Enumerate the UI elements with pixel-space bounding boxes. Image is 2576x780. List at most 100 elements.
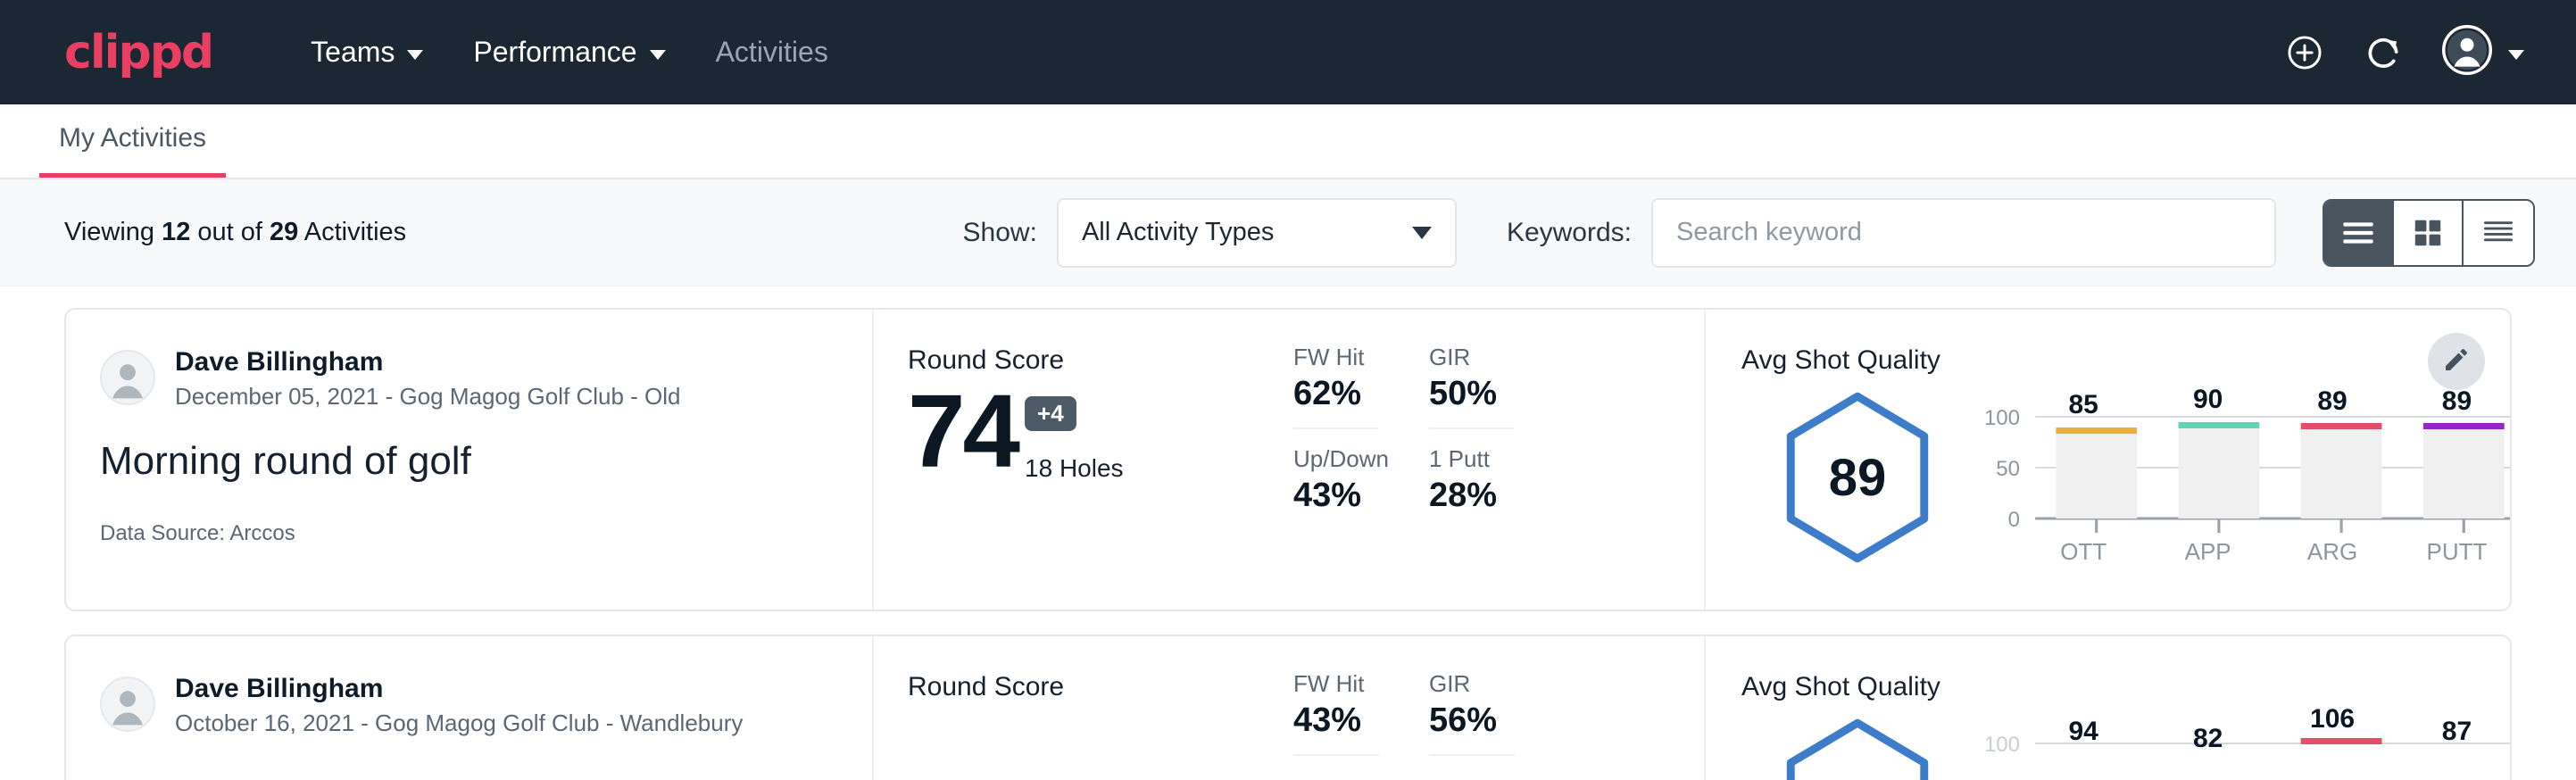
- chart-xtick-putt: PUTT: [2411, 538, 2502, 566]
- activity-card[interactable]: Dave Billingham October 16, 2021 - Gog M…: [64, 635, 2512, 780]
- activity-data-source: Data Source: Arccos: [100, 521, 872, 546]
- viewing-middle: out of: [190, 218, 270, 246]
- player-name: Dave Billingham: [175, 672, 743, 706]
- stat-label: FW Hit: [1293, 344, 1379, 371]
- stat-fw-hit: FW Hit 62%: [1293, 344, 1379, 429]
- account-menu[interactable]: [2442, 25, 2524, 79]
- chart-bar-value-putt: 87: [2411, 717, 2502, 747]
- stat-value: 43%: [1293, 701, 1379, 754]
- chart-xtick-ott: OTT: [2038, 538, 2129, 566]
- primary-nav: Teams Performance Activities: [286, 36, 853, 69]
- chart-ytick-50: 50: [1970, 457, 2020, 482]
- round-score-label: Round Score: [908, 672, 1293, 702]
- keywords-label: Keywords:: [1507, 218, 1632, 248]
- edit-activity-button[interactable]: [2428, 333, 2485, 390]
- shot-quality-label: Avg Shot Quality: [1741, 672, 2510, 702]
- round-score-value: 74: [908, 379, 1018, 483]
- player-name: Dave Billingham: [175, 345, 681, 379]
- stat-label: GIR: [1429, 344, 1515, 371]
- viewing-summary: Viewing 12 out of 29 Activities: [64, 218, 406, 247]
- chart-bar-value-ott: 94: [2038, 717, 2129, 747]
- avatar: [100, 676, 155, 732]
- round-stats-grid: FW Hit 62% GIR 50% Up/Down 43% 1 Putt 28…: [1293, 310, 1704, 610]
- shot-quality-chart: 100 94 82 106 87: [1974, 711, 2510, 780]
- chart-bar-value-arg: 106: [2287, 704, 2378, 734]
- stat-up-down: Up/Down 43%: [1293, 445, 1379, 529]
- shot-quality-label: Avg Shot Quality: [1741, 345, 2510, 376]
- chart-bar-value-arg: 89: [2287, 386, 2378, 417]
- round-score-extras: +4 18 Holes: [1025, 396, 1124, 483]
- viewing-total: 29: [270, 218, 298, 246]
- view-mode-list-button[interactable]: [2324, 201, 2394, 265]
- chart-ytick-100: 100: [1970, 406, 2020, 431]
- top-navigation-bar: clippd Teams Performance Activities: [0, 0, 2576, 104]
- holes-played: 18 Holes: [1025, 454, 1124, 483]
- shot-quality-value: [1778, 717, 1937, 780]
- chart-bar-value-putt: 89: [2411, 386, 2502, 417]
- chart-xtick-app: APP: [2163, 538, 2254, 566]
- refresh-icon[interactable]: [2364, 33, 2403, 72]
- stat-one-putt: 1 Putt 28%: [1429, 445, 1515, 529]
- show-label: Show:: [963, 218, 1037, 248]
- view-mode-compact-button[interactable]: [2464, 201, 2533, 265]
- shot-quality-hexagon: 89: [1741, 385, 1974, 565]
- shot-quality-value: 89: [1778, 390, 1937, 565]
- brand-logo[interactable]: clippd: [64, 26, 212, 79]
- view-mode-toggle-group: [2323, 199, 2535, 267]
- nav-item-label: Performance: [473, 36, 636, 69]
- stat-gir: GIR 56%: [1429, 670, 1515, 756]
- stat-value: 56%: [1429, 701, 1515, 754]
- round-stats-grid: FW Hit 43% GIR 56%: [1293, 636, 1704, 780]
- stat-value: 28%: [1429, 477, 1515, 529]
- score-to-par-badge: +4: [1025, 396, 1076, 431]
- player-identity: Dave Billingham December 05, 2021 - Gog …: [175, 345, 681, 411]
- round-score-panel: Round Score: [874, 636, 1293, 780]
- nav-item-label: Activities: [716, 36, 828, 69]
- plus-circle-icon[interactable]: [2285, 33, 2324, 72]
- chart-bar-value-app: 90: [2163, 385, 2254, 415]
- activity-meta: December 05, 2021 - Gog Magog Golf Club …: [175, 383, 681, 411]
- chart-bar-value-app: 82: [2163, 724, 2254, 754]
- stat-fw-hit: FW Hit 43%: [1293, 670, 1379, 756]
- activity-type-selected-value: All Activity Types: [1082, 218, 1274, 247]
- chevron-down-icon: [650, 50, 666, 60]
- activity-card[interactable]: Dave Billingham December 05, 2021 - Gog …: [64, 308, 2512, 611]
- tab-my-activities[interactable]: My Activities: [39, 123, 226, 178]
- chart-ytick-0: 0: [1970, 508, 2020, 533]
- stat-value: 62%: [1293, 375, 1379, 427]
- round-score-label: Round Score: [908, 345, 1293, 376]
- stat-gir: GIR 50%: [1429, 344, 1515, 429]
- nav-item-label: Teams: [311, 36, 395, 69]
- tab-bar: My Activities: [0, 104, 2576, 179]
- stat-label: Up/Down: [1293, 445, 1379, 473]
- filter-controls: Show: All Activity Types Keywords:: [963, 198, 2535, 268]
- stat-label: FW Hit: [1293, 670, 1379, 698]
- nav-item-performance[interactable]: Performance: [448, 36, 690, 69]
- player-header: Dave Billingham October 16, 2021 - Gog M…: [100, 672, 872, 737]
- view-mode-grid-button[interactable]: [2394, 201, 2464, 265]
- activity-summary: Dave Billingham December 05, 2021 - Gog …: [66, 310, 874, 610]
- account-avatar-icon: [2442, 25, 2492, 79]
- shot-quality-body: 89: [1741, 385, 2510, 565]
- shot-quality-panel: Avg Shot Quality 89: [1704, 310, 2510, 610]
- nav-item-teams[interactable]: Teams: [286, 36, 448, 69]
- chevron-down-icon: [1412, 227, 1432, 239]
- shot-quality-body: 100 94 82 106 87: [1741, 711, 2510, 780]
- search-input[interactable]: [1651, 198, 2276, 268]
- viewing-prefix: Viewing: [64, 218, 162, 246]
- activity-type-select[interactable]: All Activity Types: [1057, 198, 1457, 268]
- chart-xtick-arg: ARG: [2287, 538, 2378, 566]
- shot-quality-panel: Avg Shot Quality: [1704, 636, 2510, 780]
- stat-value: 50%: [1429, 375, 1515, 427]
- pencil-icon: [2442, 345, 2471, 378]
- round-score-value-row: 74 +4 18 Holes: [908, 379, 1293, 483]
- filter-toolbar: Viewing 12 out of 29 Activities Show: Al…: [0, 179, 2576, 286]
- activity-meta: October 16, 2021 - Gog Magog Golf Club -…: [175, 709, 743, 737]
- chevron-down-icon: [2508, 50, 2524, 60]
- shot-quality-chart: 100 50 0 85 90 89 89 OTT APP ARG PUTT: [1974, 385, 2510, 560]
- viewing-count: 12: [162, 218, 190, 246]
- stat-label: 1 Putt: [1429, 445, 1515, 473]
- chevron-down-icon: [407, 50, 423, 60]
- shot-quality-hexagon: [1741, 711, 1974, 780]
- nav-item-activities[interactable]: Activities: [691, 36, 853, 69]
